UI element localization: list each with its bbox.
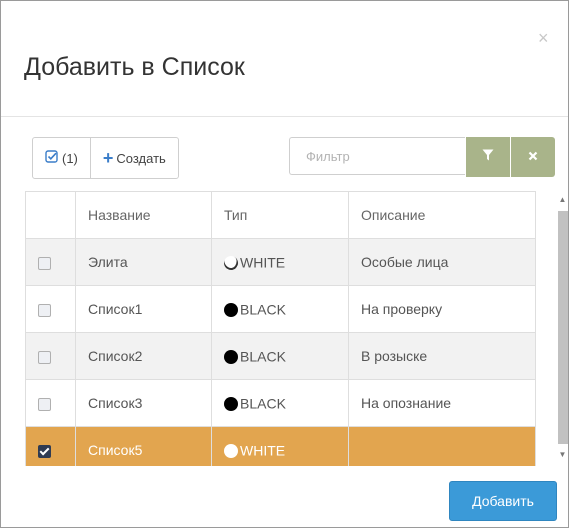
column-header-name[interactable]: Название	[75, 191, 212, 239]
column-header-type[interactable]: Тип	[211, 191, 349, 239]
selection-toolbar: (1) + Создать	[32, 137, 179, 179]
row-checkbox-cell[interactable]	[25, 285, 76, 333]
white-circle-icon	[224, 443, 238, 458]
column-header-select	[25, 191, 76, 239]
filter-input[interactable]	[289, 137, 465, 175]
add-button[interactable]: Добавить	[449, 481, 557, 521]
table-header-row: Название Тип Описание	[25, 191, 536, 239]
list-type-cell: BLACK	[211, 332, 349, 380]
scroll-up-arrow-icon[interactable]: ▲	[557, 194, 568, 206]
list-name: Список2	[75, 332, 212, 380]
row-checkbox-checked[interactable]	[38, 444, 51, 458]
lists-table-container: Название Тип Описание Элита WHITE Особые…	[25, 191, 555, 466]
list-type-cell: BLACK	[211, 285, 349, 333]
table-row[interactable]: Список1 BLACK На проверку	[25, 285, 536, 333]
list-name: Элита	[75, 238, 212, 286]
row-checkbox[interactable]	[38, 350, 51, 364]
list-type-cell: WHITE	[211, 238, 349, 286]
table-scrollbar[interactable]: ▲ ▼	[557, 191, 568, 466]
row-checkbox-cell[interactable]	[25, 426, 76, 466]
list-name: Список1	[75, 285, 212, 333]
plus-icon: +	[102, 148, 114, 168]
white-half-circle-icon	[221, 253, 241, 273]
list-type: WHITE	[240, 254, 286, 271]
filter-clear-button[interactable]	[511, 137, 555, 177]
list-type-cell: BLACK	[211, 379, 349, 427]
list-type: BLACK	[240, 301, 286, 318]
close-icon[interactable]: ×	[538, 29, 549, 47]
list-description: Особые лица	[348, 238, 536, 286]
column-header-description[interactable]: Описание	[348, 191, 536, 239]
list-name: Список5	[75, 426, 212, 466]
add-to-list-dialog: Добавить в Список × (1) + Создать Фильтр…	[0, 0, 569, 528]
create-label: Создать	[116, 150, 166, 166]
modal-header: Добавить в Список ×	[1, 1, 568, 117]
check-square-icon	[45, 150, 58, 166]
list-description: На опознание	[348, 379, 536, 427]
black-circle-icon	[224, 302, 238, 317]
x-icon	[528, 148, 538, 166]
selected-count-button[interactable]: (1)	[33, 138, 90, 178]
table-row[interactable]: Список2 BLACK В розыске	[25, 332, 536, 380]
scroll-down-arrow-icon[interactable]: ▼	[557, 449, 568, 461]
list-type-cell: WHITE	[211, 426, 349, 466]
row-checkbox[interactable]	[38, 397, 51, 411]
black-circle-icon	[224, 396, 238, 411]
list-description	[348, 426, 536, 466]
selected-count-label: (1)	[62, 150, 78, 166]
table-row-selected[interactable]: Список5 WHITE	[25, 426, 536, 466]
list-name: Список3	[75, 379, 212, 427]
black-circle-icon	[224, 349, 238, 364]
table-row[interactable]: Элита WHITE Особые лица	[25, 238, 536, 286]
modal-title: Добавить в Список	[24, 53, 245, 81]
filter-apply-button[interactable]	[466, 137, 510, 177]
list-type: BLACK	[240, 348, 286, 365]
row-checkbox[interactable]	[38, 303, 51, 317]
row-checkbox-cell[interactable]	[25, 379, 76, 427]
row-checkbox[interactable]	[38, 256, 51, 270]
list-description: На проверку	[348, 285, 536, 333]
list-description: В розыске	[348, 332, 536, 380]
scrollbar-thumb[interactable]	[558, 211, 568, 444]
list-type: BLACK	[240, 395, 286, 412]
filter-group	[289, 137, 555, 177]
row-checkbox-cell[interactable]	[25, 332, 76, 380]
lists-table: Название Тип Описание Элита WHITE Особые…	[25, 191, 536, 466]
funnel-icon	[482, 148, 494, 166]
row-checkbox-cell[interactable]	[25, 238, 76, 286]
create-button[interactable]: + Создать	[89, 138, 178, 178]
list-type: WHITE	[240, 442, 286, 459]
table-row[interactable]: Список3 BLACK На опознание	[25, 379, 536, 427]
